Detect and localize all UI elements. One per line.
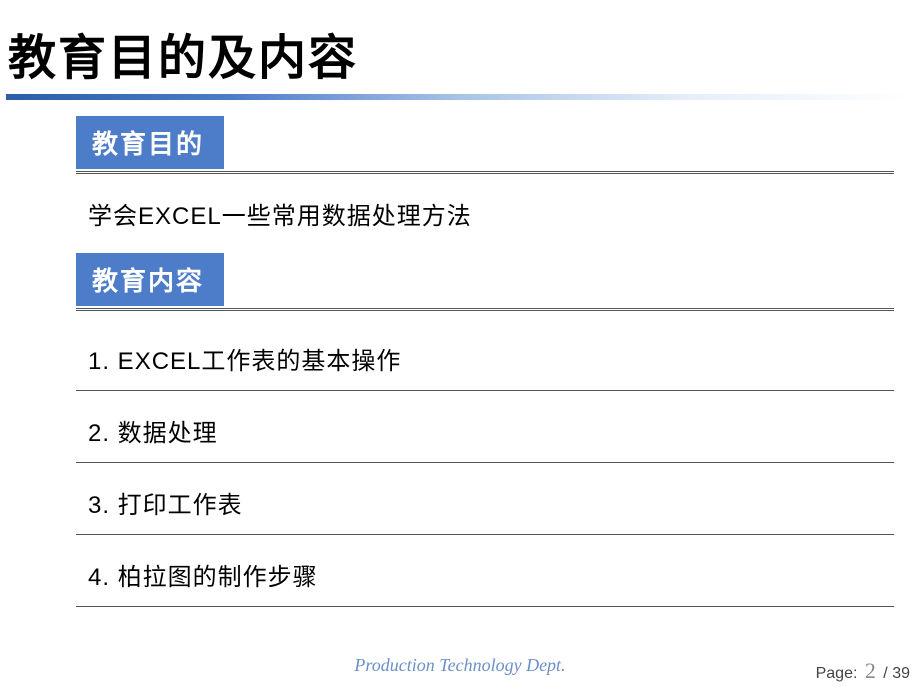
purpose-label: 教育目的 bbox=[76, 116, 224, 169]
department-footer: Production Technology Dept. bbox=[0, 655, 920, 676]
slide-title: 教育目的及内容 bbox=[0, 0, 920, 88]
divider bbox=[76, 606, 894, 607]
page-total: 39 bbox=[892, 665, 910, 682]
list-item: 1. EXCEL工作表的基本操作 bbox=[76, 319, 900, 390]
purpose-text: 学会EXCEL一些常用数据处理方法 bbox=[76, 174, 900, 253]
slide-content: 教育目的 学会EXCEL一些常用数据处理方法 教育内容 1. EXCEL工作表的… bbox=[0, 100, 920, 607]
content-label: 教育内容 bbox=[76, 253, 224, 306]
divider bbox=[76, 308, 894, 311]
page-indicator: Page: 2 / 39 bbox=[816, 658, 910, 684]
page-sep: / bbox=[879, 665, 892, 682]
content-list: 1. EXCEL工作表的基本操作 2. 数据处理 3. 打印工作表 4. 柏拉图… bbox=[76, 319, 900, 607]
list-item: 3. 打印工作表 bbox=[76, 463, 900, 534]
list-item: 2. 数据处理 bbox=[76, 391, 900, 462]
list-item: 4. 柏拉图的制作步骤 bbox=[76, 535, 900, 606]
page-label: Page: bbox=[816, 665, 858, 682]
page-current: 2 bbox=[862, 658, 879, 683]
